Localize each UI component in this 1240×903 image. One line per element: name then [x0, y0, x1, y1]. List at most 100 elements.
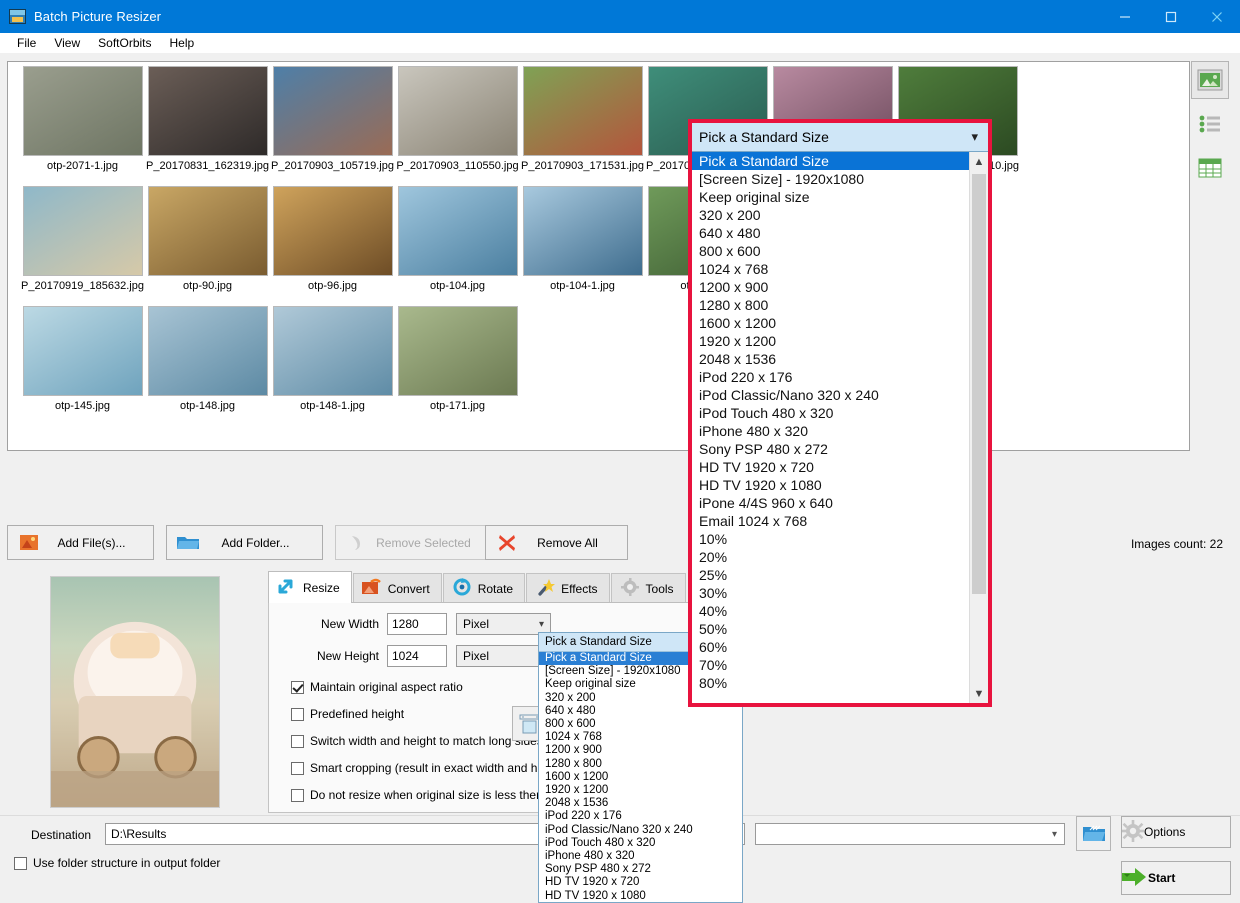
- new-width-input[interactable]: [387, 613, 447, 635]
- dropdown-item[interactable]: Keep original size: [692, 188, 988, 206]
- dropdown2-item[interactable]: 1920 x 1200: [539, 784, 742, 797]
- dropdown-item[interactable]: 25%: [692, 566, 988, 584]
- dropdown2-item[interactable]: iPod Classic/Nano 320 x 240: [539, 824, 742, 837]
- thumbnail-image[interactable]: [273, 306, 393, 396]
- dropdown-item[interactable]: 1280 x 800: [692, 296, 988, 314]
- menu-view[interactable]: View: [45, 34, 89, 52]
- dropdown2-item[interactable]: 1200 x 900: [539, 744, 742, 757]
- menu-help[interactable]: Help: [161, 34, 204, 52]
- dropdown-item[interactable]: iPone 4/4S 960 x 640: [692, 494, 988, 512]
- options-button[interactable]: Options: [1121, 816, 1231, 848]
- dropdown-item[interactable]: 30%: [692, 584, 988, 602]
- dropdown-item[interactable]: 60%: [692, 638, 988, 656]
- dropdown-selected-value[interactable]: Pick a Standard Size ▾: [692, 123, 988, 152]
- tab-rotate[interactable]: Rotate: [443, 573, 525, 603]
- thumbnail-image[interactable]: [523, 186, 643, 276]
- scroll-up-icon[interactable]: ▲: [970, 152, 988, 171]
- thumbnail-image[interactable]: [398, 186, 518, 276]
- thumbnail-image[interactable]: [148, 186, 268, 276]
- new-height-unit-select[interactable]: Pixel ▾: [456, 645, 551, 667]
- dropdown2-item[interactable]: iPhone 480 x 320: [539, 850, 742, 863]
- dropdown-item[interactable]: iPod 220 x 176: [692, 368, 988, 386]
- dropdown-item[interactable]: HD TV 1920 x 1080: [692, 476, 988, 494]
- dropdown2-item[interactable]: 1024 x 768: [539, 731, 742, 744]
- dropdown-item[interactable]: iPhone 480 x 320: [692, 422, 988, 440]
- dropdown-item[interactable]: 20%: [692, 548, 988, 566]
- dropdown-item[interactable]: 70%: [692, 656, 988, 674]
- menu-file[interactable]: File: [8, 34, 45, 52]
- dropdown-list[interactable]: Pick a Standard Size[Screen Size] - 1920…: [692, 152, 988, 703]
- dropdown-item[interactable]: 1024 x 768: [692, 260, 988, 278]
- thumbnail-item[interactable]: otp-148-1.jpg: [270, 306, 395, 412]
- new-height-input[interactable]: [387, 645, 447, 667]
- dropdown-item[interactable]: 640 x 480: [692, 224, 988, 242]
- tab-effects[interactable]: Effects: [526, 573, 609, 603]
- dropdown2-item[interactable]: 1280 x 800: [539, 758, 742, 771]
- dropdown2-item[interactable]: 2048 x 1536: [539, 797, 742, 810]
- standard-size-dropdown[interactable]: Pick a Standard Size ▾ Pick a Standard S…: [688, 119, 992, 707]
- dropdown-scrollbar[interactable]: ▲ ▼: [969, 152, 988, 703]
- dropdown-item[interactable]: 800 x 600: [692, 242, 988, 260]
- add-folder-button[interactable]: Add Folder...: [166, 525, 323, 560]
- thumbnail-image[interactable]: [523, 66, 643, 156]
- dropdown-item[interactable]: 80%: [692, 674, 988, 692]
- thumbnail-item[interactable]: P_20170831_162319.jpg: [145, 66, 270, 172]
- thumbnail-image[interactable]: [398, 66, 518, 156]
- dropdown-item[interactable]: 1920 x 1200: [692, 332, 988, 350]
- tab-resize[interactable]: Resize: [268, 571, 352, 603]
- thumbnail-item[interactable]: otp-104.jpg: [395, 186, 520, 292]
- thumbnail-image[interactable]: [23, 186, 143, 276]
- dropdown-item[interactable]: 320 x 200: [692, 206, 988, 224]
- thumbnail-item[interactable]: otp-2071-1.jpg: [20, 66, 145, 172]
- dropdown2-item[interactable]: 800 x 600: [539, 718, 742, 731]
- dropdown-item[interactable]: iPod Touch 480 x 320: [692, 404, 988, 422]
- use-folder-structure-checkbox[interactable]: Use folder structure in output folder: [14, 856, 220, 870]
- thumbnail-item[interactable]: P_20170903_171531.jpg: [520, 66, 645, 172]
- scroll-down-icon[interactable]: ▼: [970, 684, 988, 703]
- list-view-icon[interactable]: [1191, 105, 1229, 143]
- thumbnail-image[interactable]: [148, 66, 268, 156]
- thumbnail-image[interactable]: [273, 186, 393, 276]
- dropdown-item[interactable]: 40%: [692, 602, 988, 620]
- thumbnail-item[interactable]: otp-104-1.jpg: [520, 186, 645, 292]
- remove-selected-button[interactable]: Remove Selected: [335, 525, 490, 560]
- dropdown-item[interactable]: 1600 x 1200: [692, 314, 988, 332]
- dropdown-item[interactable]: HD TV 1920 x 720: [692, 458, 988, 476]
- thumbnail-item[interactable]: otp-96.jpg: [270, 186, 395, 292]
- dropdown-item[interactable]: 2048 x 1536: [692, 350, 988, 368]
- add-files-button[interactable]: Add File(s)...: [7, 525, 154, 560]
- dropdown-item[interactable]: 50%: [692, 620, 988, 638]
- tab-convert[interactable]: Convert: [353, 573, 442, 603]
- dropdown-item[interactable]: Sony PSP 480 x 272: [692, 440, 988, 458]
- new-width-unit-select[interactable]: Pixel ▾: [456, 613, 551, 635]
- dropdown2-item[interactable]: HD TV 1920 x 1080: [539, 890, 742, 903]
- remove-all-button[interactable]: Remove All: [485, 525, 628, 560]
- dropdown-item[interactable]: 10%: [692, 530, 988, 548]
- dropdown2-item[interactable]: Sony PSP 480 x 272: [539, 863, 742, 876]
- destination-combo[interactable]: ▾: [755, 823, 1065, 845]
- dropdown2-item[interactable]: iPod 220 x 176: [539, 810, 742, 823]
- thumbnail-item[interactable]: otp-145.jpg: [20, 306, 145, 412]
- dropdown-item[interactable]: [Screen Size] - 1920x1080: [692, 170, 988, 188]
- dropdown-item[interactable]: 1200 x 900: [692, 278, 988, 296]
- thumbnail-item[interactable]: otp-171.jpg: [395, 306, 520, 412]
- thumbnail-image[interactable]: [398, 306, 518, 396]
- dropdown-item[interactable]: Pick a Standard Size: [692, 152, 988, 170]
- dropdown-item[interactable]: iPod Classic/Nano 320 x 240: [692, 386, 988, 404]
- tab-tools[interactable]: Tools: [611, 573, 686, 603]
- thumbnail-view-icon[interactable]: [1191, 61, 1229, 99]
- maximize-icon[interactable]: [1148, 0, 1194, 33]
- scrollbar-thumb[interactable]: [972, 174, 986, 594]
- thumbnail-image[interactable]: [273, 66, 393, 156]
- thumbnail-image[interactable]: [23, 306, 143, 396]
- thumbnail-item[interactable]: otp-90.jpg: [145, 186, 270, 292]
- dropdown2-item[interactable]: HD TV 1920 x 720: [539, 876, 742, 889]
- thumbnail-list[interactable]: otp-2071-1.jpgP_20170831_162319.jpgP_201…: [7, 61, 1190, 451]
- thumbnail-item[interactable]: P_20170919_185632.jpg: [20, 186, 145, 292]
- thumbnail-item[interactable]: P_20170903_105719.jpg: [270, 66, 395, 172]
- thumbnail-image[interactable]: [23, 66, 143, 156]
- dropdown2-item[interactable]: 1600 x 1200: [539, 771, 742, 784]
- dropdown2-item[interactable]: iPod Touch 480 x 320: [539, 837, 742, 850]
- menu-softorbits[interactable]: SoftOrbits: [89, 34, 160, 52]
- dropdown-item[interactable]: Email 1024 x 768: [692, 512, 988, 530]
